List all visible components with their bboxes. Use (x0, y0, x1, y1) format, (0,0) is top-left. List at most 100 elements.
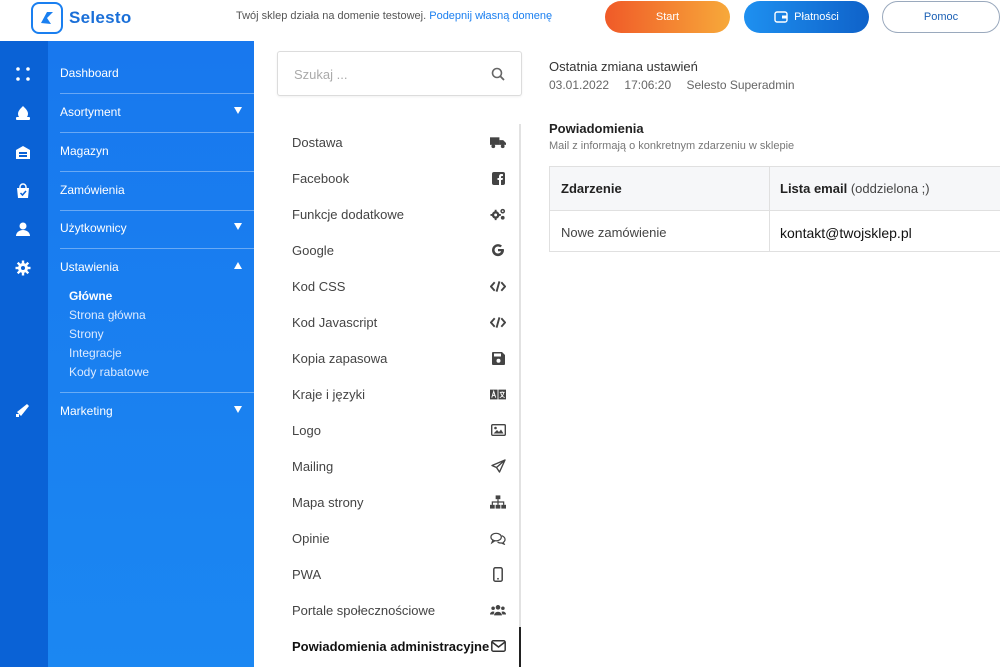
brand-name: Selesto (69, 8, 132, 27)
settings-item-label: Kod Javascript (292, 314, 378, 330)
settings-item-social-portals[interactable]: Portale społecznościowe (292, 599, 506, 621)
sitemap-icon (490, 494, 506, 510)
domain-note-text: Twój sklep działa na domenie testowej. (236, 10, 427, 22)
assortment-icon[interactable] (13, 103, 33, 123)
search-icon[interactable] (491, 67, 505, 81)
settings-list-scrollbar-thumb[interactable] (519, 627, 521, 667)
column-header-email: Lista email (oddzielona ;) (780, 181, 930, 196)
wallet-icon (774, 11, 788, 23)
settings-item-css-code[interactable]: Kod CSS (292, 275, 506, 297)
column-header-email-note: (oddzielona ;) (850, 181, 930, 196)
settings-item-admin-notifications[interactable]: Powiadomienia administracyjne (292, 635, 506, 657)
sidebar-item-label: Magazyn (60, 144, 109, 158)
icon-rail (0, 41, 48, 667)
column-header-event-label: Zdarzenie (561, 181, 622, 196)
settings-item-label: Powiadomienia administracyjne (292, 638, 490, 654)
settings-item-label: Portale społecznościowe (292, 602, 436, 618)
sidebar-item-users[interactable]: Użytkownicy (60, 209, 242, 247)
last-change-meta: 03.01.2022 17:06:20 Selesto Superadmin (549, 78, 807, 92)
settings-search (277, 51, 522, 96)
settings-item-label: Kraje i języki (292, 386, 365, 402)
settings-item-label: Kopia zapasowa (292, 350, 388, 366)
settings-item-label: Opinie (292, 530, 330, 546)
envelope-icon (490, 638, 506, 654)
settings-item-sitemap[interactable]: Mapa strony (292, 491, 506, 513)
floppy-icon (490, 350, 506, 366)
table-cell-event: Nowe zamówienie (561, 225, 667, 240)
column-divider (769, 167, 770, 251)
comments-icon (490, 530, 506, 546)
settings-item-label: PWA (292, 566, 322, 582)
last-change-time: 17:06:20 (624, 78, 672, 92)
language-icon (490, 386, 506, 402)
submenu-item-discount-codes[interactable]: Kody rabatowe (69, 365, 149, 379)
side-menu: Dashboard Asortyment Magazyn Zamówienia … (48, 41, 254, 667)
settings-item-backup[interactable]: Kopia zapasowa (292, 347, 506, 369)
email-list-field[interactable]: kontakt@twojsklep.pl (780, 225, 912, 241)
settings-item-extra-features[interactable]: Funkcje dodatkowe (292, 203, 506, 225)
sidebar-item-dashboard[interactable]: Dashboard (60, 54, 242, 92)
section-subtitle: Mail z informają o konkretnym zdarzeniu … (549, 140, 795, 152)
search-input[interactable] (294, 64, 484, 84)
sidebar-item-orders[interactable]: Zamówienia (60, 171, 242, 209)
image-icon (490, 422, 506, 438)
payments-button[interactable]: Płatności (744, 1, 869, 33)
settings-item-pwa[interactable]: PWA (292, 563, 506, 585)
submenu-item-main[interactable]: Główne (69, 289, 112, 303)
warehouse-icon[interactable] (13, 142, 33, 162)
settings-item-facebook[interactable]: Facebook (292, 167, 506, 189)
user-icon[interactable] (13, 219, 33, 239)
chevron-up-icon (234, 262, 242, 269)
gear-icon[interactable] (13, 258, 33, 278)
code-icon (490, 314, 506, 330)
truck-icon (490, 134, 506, 150)
start-button[interactable]: Start (605, 1, 730, 33)
facebook-icon (490, 170, 506, 186)
settings-item-reviews[interactable]: Opinie (292, 527, 506, 549)
help-button[interactable]: Pomoc (882, 1, 1000, 33)
sidebar-item-warehouse[interactable]: Magazyn (60, 132, 242, 170)
mobile-icon (490, 566, 506, 582)
sidebar-item-assortment[interactable]: Asortyment (60, 93, 242, 131)
settings-item-delivery[interactable]: Dostawa (292, 131, 506, 153)
connect-domain-link[interactable]: Podepnij własną domenę (429, 10, 552, 22)
logo[interactable]: Selesto (31, 2, 132, 34)
selesto-logo-icon (31, 2, 63, 34)
submenu-item-homepage[interactable]: Strona główna (69, 308, 146, 322)
settings-item-label: Logo (292, 422, 321, 438)
settings-item-label: Google (292, 242, 334, 258)
code-icon (490, 278, 506, 294)
settings-list-scrollbar[interactable] (519, 124, 521, 667)
last-change-user: Selesto Superadmin (686, 78, 795, 92)
settings-item-label: Mapa strony (292, 494, 364, 510)
sidebar-item-label: Ustawienia (60, 260, 119, 274)
submenu-item-integrations[interactable]: Integracje (69, 346, 122, 360)
sidebar-item-label: Użytkownicy (60, 221, 127, 235)
settings-item-label: Kod CSS (292, 278, 346, 294)
google-icon (490, 242, 506, 258)
gears-icon (490, 206, 506, 222)
settings-item-javascript-code[interactable]: Kod Javascript (292, 311, 506, 333)
section-title: Powiadomienia (549, 121, 644, 136)
top-bar: Selesto Twój sklep działa na domenie tes… (0, 0, 1000, 41)
column-header-email-label: Lista email (780, 181, 848, 196)
settings-item-logo[interactable]: Logo (292, 419, 506, 441)
chevron-down-icon (234, 223, 242, 230)
settings-item-label: Mailing (292, 458, 334, 474)
settings-item-countries-languages[interactable]: Kraje i języki (292, 383, 506, 405)
chevron-down-icon (234, 406, 242, 413)
sidebar-item-label: Asortyment (60, 105, 121, 119)
sidebar-item-label: Zamówienia (60, 183, 125, 197)
settings-item-label: Facebook (292, 170, 350, 186)
notifications-table: Zdarzenie Lista email (oddzielona ;) Now… (549, 166, 1000, 252)
dashboard-icon[interactable] (13, 64, 33, 84)
payments-label: Płatności (794, 11, 839, 23)
settings-item-google[interactable]: Google (292, 239, 506, 261)
orders-icon[interactable] (13, 181, 33, 201)
sidebar-item-settings[interactable]: Ustawienia (60, 248, 242, 286)
sidebar-item-marketing[interactable]: Marketing (60, 392, 242, 430)
sidebar-item-label: Dashboard (60, 66, 119, 80)
submenu-item-pages[interactable]: Strony (69, 327, 104, 341)
marketing-icon[interactable] (13, 400, 33, 420)
settings-item-mailing[interactable]: Mailing (292, 455, 506, 477)
